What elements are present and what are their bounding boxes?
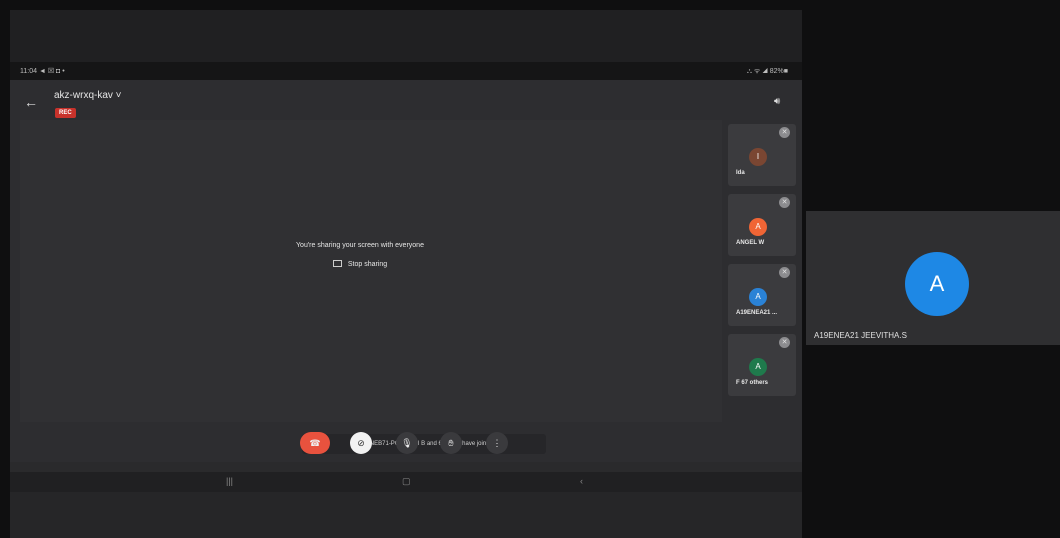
call-controls: ☎ ⊘ 🎙︎ ✋︎ ⋮: [300, 432, 520, 460]
recents-icon[interactable]: |||: [226, 476, 233, 486]
more-vertical-icon[interactable]: ⋮: [486, 432, 508, 454]
meeting-code[interactable]: akz-wrxq-kav ˅: [54, 90, 122, 101]
stop-share-icon: [332, 260, 342, 267]
camera-off-icon[interactable]: ⊘: [350, 432, 372, 454]
avatar: A: [749, 288, 767, 306]
back-arrow-icon[interactable]: ←: [24, 94, 38, 110]
stop-sharing-label: Stop sharing: [347, 261, 388, 268]
bottom-letterbox: [10, 492, 802, 538]
status-icons: ⛬ ᯤ ◢ 82%■: [747, 68, 788, 75]
mic-off-icon: ✕: [779, 127, 790, 138]
mic-off-icon: ✕: [779, 267, 790, 278]
avatar: A: [905, 252, 969, 316]
participant-name: Ida: [736, 170, 745, 176]
home-icon[interactable]: ▢: [402, 476, 411, 487]
participant-tile[interactable]: ✕ I Ida: [728, 124, 796, 186]
status-time: 11:04 ◄ ☒ ◘ •: [20, 68, 65, 75]
participant-name: A19ENEA21 JEEVITHA.S: [814, 331, 907, 340]
mic-off-icon: ✕: [779, 337, 790, 348]
participant-name: ANGEL W: [736, 240, 765, 246]
mic-off-icon: ✕: [779, 197, 790, 208]
participant-name: F 67 others: [736, 380, 769, 386]
rec-badge: REC: [55, 108, 76, 118]
back-icon[interactable]: ‹: [580, 476, 583, 486]
participant-name: A19ENEA21 ...: [736, 310, 778, 316]
status-bar: 11:04 ◄ ☒ ◘ • ⛬ ᯤ ◢ 82%■: [10, 62, 802, 80]
sharing-message: You're sharing your screen with everyone: [296, 242, 424, 249]
participant-panel[interactable]: A A19ENEA21 JEEVITHA.S: [806, 211, 1060, 345]
meet-area: ← akz-wrxq-kav ˅ REC 🔊︎ You're sharing y…: [10, 80, 802, 462]
avatar: A: [749, 358, 767, 376]
avatar: A: [749, 218, 767, 236]
end-call-icon[interactable]: ☎: [300, 432, 330, 454]
android-nav-bar: ||| ▢ ‹: [10, 472, 802, 492]
stop-sharing-button[interactable]: Stop sharing: [20, 260, 700, 268]
participant-tile[interactable]: ✕ A A19ENEA21 ...: [728, 264, 796, 326]
raise-hand-icon[interactable]: ✋︎: [440, 432, 462, 454]
participant-tile[interactable]: ✕ A F 67 others: [728, 334, 796, 396]
shared-screen: 11:04 ◄ ☒ ◘ • ⛬ ᯤ ◢ 82%■ ← akz-wrxq-kav …: [10, 10, 802, 538]
top-letterbox: [10, 10, 802, 62]
participant-tile[interactable]: ✕ A ANGEL W: [728, 194, 796, 256]
speaker-icon[interactable]: 🔊︎: [774, 96, 780, 107]
avatar: I: [749, 148, 767, 166]
microphone-icon[interactable]: 🎙︎: [396, 432, 418, 454]
main-stage: You're sharing your screen with everyone…: [20, 120, 722, 454]
